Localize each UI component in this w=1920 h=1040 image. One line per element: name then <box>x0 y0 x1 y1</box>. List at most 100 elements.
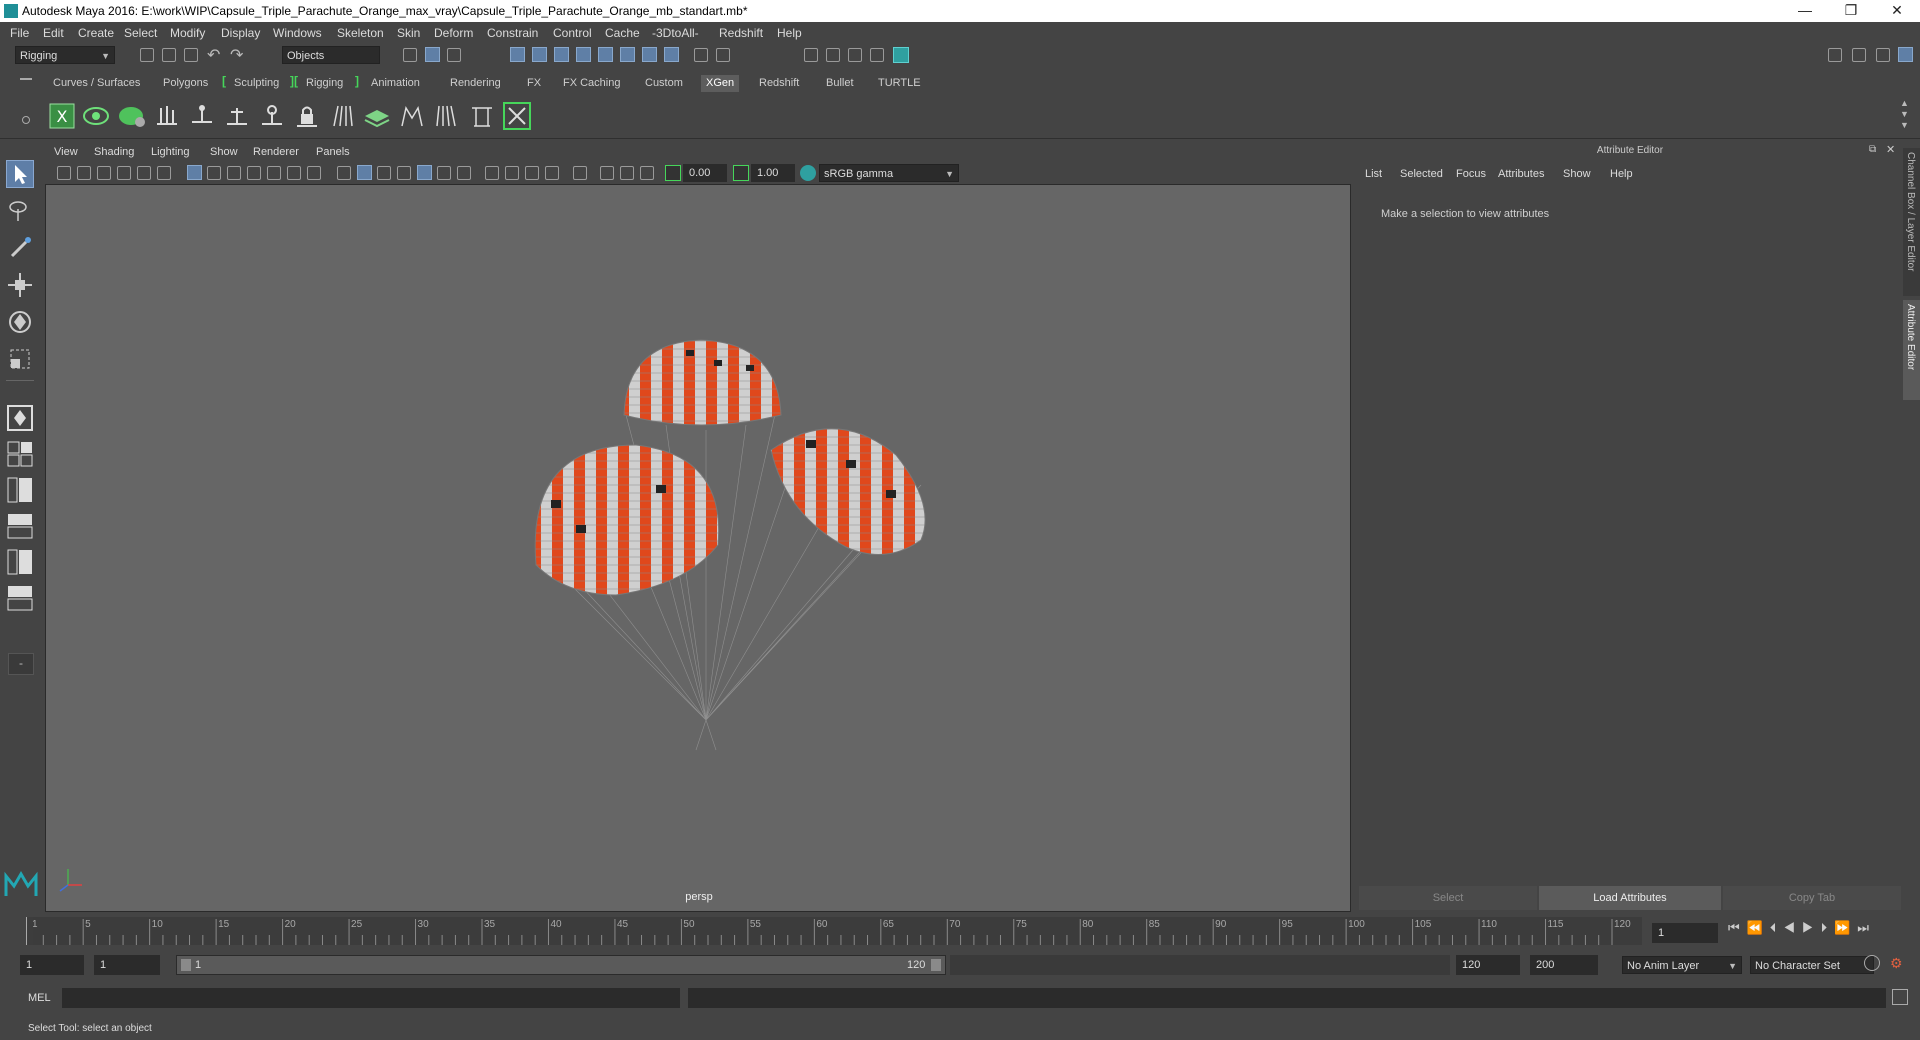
tab-rigging[interactable]: Rigging <box>301 75 348 92</box>
field-chart-icon[interactable] <box>267 166 281 180</box>
character-set-dropdown[interactable]: No Character Set <box>1750 956 1874 974</box>
snap-point-icon[interactable] <box>554 47 569 62</box>
ambient-occlusion-icon[interactable] <box>485 166 499 180</box>
tab-curves-surfaces[interactable]: Curves / Surfaces <box>48 75 145 92</box>
step-forward-frame-icon[interactable]: ⏵ <box>1821 920 1835 935</box>
menu-constrain[interactable]: Constrain <box>487 26 538 40</box>
exposure-toggle-icon[interactable] <box>665 165 681 181</box>
exposure-field[interactable]: 0.00 <box>683 164 727 182</box>
vp-menu-panels[interactable]: Panels <box>316 146 350 158</box>
range-slider-start-handle[interactable] <box>181 959 191 971</box>
select-tool-icon[interactable] <box>6 160 34 188</box>
color-management-icon[interactable] <box>800 165 816 181</box>
motion-blur-icon[interactable] <box>505 166 519 180</box>
menuset-dropdown[interactable]: Rigging ▼ <box>15 46 115 64</box>
xgen-layers-icon[interactable] <box>363 102 391 130</box>
load-attributes-button[interactable]: Load Attributes <box>1539 886 1721 910</box>
maximize-button[interactable]: ❐ <box>1828 0 1874 22</box>
menu-cache[interactable]: Cache <box>605 26 640 40</box>
four-view-layout-icon[interactable] <box>6 440 34 468</box>
time-slider[interactable]: 1 5 10 15 20 25 30 35 40 45 50 55 60 65 70 75 80 85 90 95 10… <box>26 917 1642 945</box>
go-to-end-icon[interactable]: ⏭ <box>1857 920 1876 935</box>
animation-end-field[interactable]: 200 <box>1530 955 1598 975</box>
layout-icon[interactable] <box>1828 48 1842 62</box>
xgen-guide-icon[interactable] <box>153 102 181 130</box>
step-back-frame-icon[interactable]: ⏴ <box>1770 920 1784 935</box>
bookmark-icon[interactable] <box>97 166 111 180</box>
workspace-icon[interactable] <box>1852 48 1866 62</box>
select-by-object-icon[interactable] <box>425 47 440 62</box>
xgen-description-icon[interactable] <box>118 102 146 130</box>
tab-fx[interactable]: FX <box>522 75 546 92</box>
current-time-marker[interactable] <box>26 917 33 945</box>
grid-toggle-icon[interactable] <box>187 165 202 180</box>
xgen-sculpt-guide-icon[interactable] <box>223 102 251 130</box>
use-default-material-icon[interactable] <box>397 166 411 180</box>
vp-menu-show[interactable]: Show <box>210 146 238 158</box>
menu-create[interactable]: Create <box>78 26 114 40</box>
menu-skin[interactable]: Skin <box>397 26 420 40</box>
current-frame-field[interactable]: 1 <box>1652 923 1718 943</box>
isolate-select-icon[interactable] <box>573 166 587 180</box>
scale-tool-icon[interactable] <box>6 345 34 373</box>
animation-start-field[interactable]: 1 <box>20 955 84 975</box>
camera-select-icon[interactable] <box>57 166 71 180</box>
attribute-editor-toggle-icon[interactable] <box>1898 47 1913 62</box>
tab-xgen[interactable]: XGen <box>701 75 740 92</box>
snap-curve-icon[interactable] <box>532 47 547 62</box>
gate-mask-icon[interactable] <box>247 166 261 180</box>
persp-outliner-layout-icon[interactable] <box>6 476 34 504</box>
menu-file[interactable]: File <box>10 26 29 40</box>
tab-rendering[interactable]: Rendering <box>445 75 506 92</box>
new-scene-icon[interactable] <box>140 48 154 62</box>
xgen-brush-icon[interactable] <box>433 102 461 130</box>
tab-attribute-editor[interactable]: Attribute Editor <box>1903 300 1920 400</box>
preferences-icon[interactable]: ⚙ <box>1890 955 1903 972</box>
ae-menu-selected[interactable]: Selected <box>1400 168 1443 180</box>
rotate-tool-icon[interactable] <box>6 308 34 336</box>
antialiasing-icon[interactable] <box>525 166 539 180</box>
tab-animation[interactable]: Animation <box>366 75 425 92</box>
ae-menu-focus[interactable]: Focus <box>1456 168 1486 180</box>
ae-menu-list[interactable]: List <box>1365 168 1382 180</box>
xray-active-icon[interactable] <box>620 166 634 180</box>
snap-component-icon[interactable] <box>642 47 657 62</box>
input-ops-icon[interactable] <box>716 48 730 62</box>
shelf-scroll-arrows-icon[interactable]: ▲ ▼ ▼ <box>1900 98 1909 131</box>
render-view-icon[interactable] <box>804 48 818 62</box>
close-button[interactable]: ✕ <box>1874 0 1920 22</box>
menu-control[interactable]: Control <box>553 26 592 40</box>
camera-attributes-icon[interactable] <box>77 166 91 180</box>
close-panel-icon[interactable]: ✕ <box>1886 143 1895 156</box>
depth-of-field-icon[interactable] <box>545 166 559 180</box>
resolution-gate-icon[interactable] <box>227 166 241 180</box>
menu-deform[interactable]: Deform <box>434 26 473 40</box>
float-panel-icon[interactable]: ⧉ <box>1869 144 1876 155</box>
outliner-persp-layout-icon[interactable] <box>6 584 34 612</box>
range-slider-end-handle[interactable] <box>931 959 941 971</box>
3d-viewport[interactable]: persp <box>45 184 1351 912</box>
menu-skeleton[interactable]: Skeleton <box>337 26 384 40</box>
paint-select-tool-icon[interactable] <box>6 234 34 262</box>
range-slider[interactable]: 1 120 <box>176 955 946 975</box>
mel-label[interactable]: MEL <box>28 992 51 1004</box>
view-transform-dropdown[interactable]: sRGB gamma ▼ <box>819 164 959 182</box>
menu-windows[interactable]: Windows <box>273 26 322 40</box>
ae-menu-attributes[interactable]: Attributes <box>1498 168 1544 180</box>
xray-joints-icon[interactable] <box>640 166 654 180</box>
shelf-settings-icon[interactable] <box>22 116 30 124</box>
shelf-menu-icon[interactable] <box>20 78 32 80</box>
go-to-start-icon[interactable]: ⏮ <box>1728 920 1747 935</box>
menu-edit[interactable]: Edit <box>43 26 64 40</box>
snap-view-plane-icon[interactable] <box>576 47 591 62</box>
playback-end-field[interactable]: 120 <box>1456 955 1520 975</box>
xgen-cut-icon[interactable] <box>468 102 496 130</box>
xgen-add-guide-icon[interactable] <box>188 102 216 130</box>
menu-display[interactable]: Display <box>221 26 260 40</box>
wireframe-icon[interactable] <box>337 166 351 180</box>
tab-bullet[interactable]: Bullet <box>821 75 859 92</box>
wireframe-on-shaded-icon[interactable] <box>377 166 391 180</box>
persp-graph-layout-icon[interactable] <box>6 512 34 540</box>
undo-icon[interactable]: ↶ <box>207 45 220 65</box>
image-plane-icon[interactable] <box>117 166 131 180</box>
